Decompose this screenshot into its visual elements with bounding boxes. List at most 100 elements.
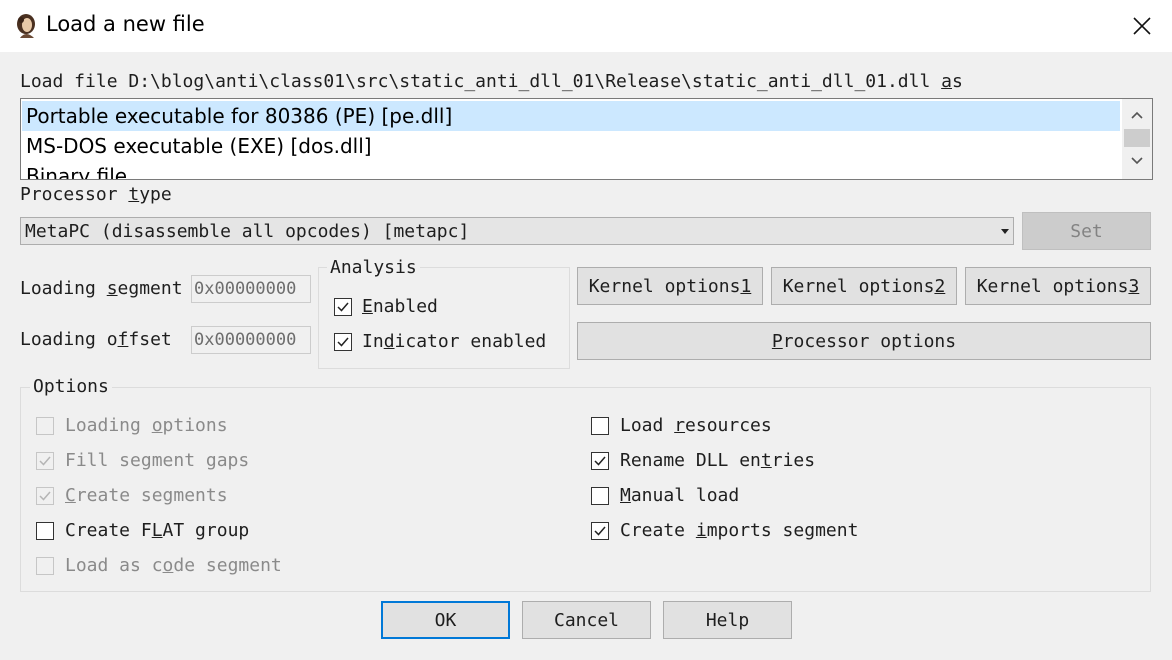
loading-segment-label: Loading segment — [20, 278, 183, 299]
scroll-down-button[interactable] — [1122, 149, 1152, 173]
close-icon — [1133, 17, 1151, 35]
indicator-enabled-pre: In — [362, 331, 384, 352]
rename-dll-entries-post: ries — [771, 450, 816, 471]
load-resources-pre: Load — [620, 415, 675, 436]
create-imports-segment-accel: i — [695, 520, 707, 541]
load-resources-post: esources — [685, 415, 772, 436]
manual-load-label[interactable]: Manual load — [620, 485, 739, 506]
processor-type-value: MetaPC (disassemble all opcodes) [metapc… — [25, 221, 470, 242]
loading-offset-accel: f — [117, 329, 129, 350]
kernel-options-2-accel: 2 — [934, 275, 946, 297]
loading-offset-pre: Loading o — [20, 329, 118, 350]
rename-dll-entries-checkbox[interactable] — [591, 452, 609, 470]
fill-segment-gaps-checkbox[interactable] — [36, 452, 54, 470]
load-file-as-accel: a — [941, 71, 952, 92]
cancel-button[interactable]: Cancel — [522, 601, 651, 639]
ida-portrait-icon — [12, 12, 40, 40]
help-button[interactable]: Help — [663, 601, 792, 639]
kernel-options-2-button[interactable]: Kernel options 2 — [771, 267, 957, 305]
checkmark-icon — [594, 526, 606, 536]
processor-options-button[interactable]: Processor options — [577, 322, 1151, 360]
title-bar: Load a new file — [0, 0, 1172, 52]
create-imports-segment-label[interactable]: Create imports segment — [620, 520, 858, 541]
kernel-options-1-text: Kernel options — [588, 275, 741, 297]
loading-options-checkbox[interactable] — [36, 417, 54, 435]
loading-offset-field[interactable]: 0x00000000 — [191, 326, 311, 354]
manual-load-accel: M — [620, 485, 631, 506]
create-imports-segment-post: mports segment — [706, 520, 859, 541]
manual-load-checkbox[interactable] — [591, 487, 609, 505]
create-flat-group-pre: Create F — [65, 520, 152, 541]
load-file-path: Load file D:\blog\anti\class01\src\stati… — [20, 71, 942, 92]
load-as-code-segment-label[interactable]: Load as code segment — [65, 555, 282, 576]
analysis-enabled-accel: E — [362, 296, 373, 317]
load-as-code-segment-accel: o — [162, 555, 174, 576]
create-flat-group-label[interactable]: Create FLAT group — [65, 520, 249, 541]
fill-segment-gaps-label[interactable]: Fill segment gaps — [65, 450, 249, 471]
loading-options-label[interactable]: Loading options — [65, 415, 228, 436]
kernel-options-1-button[interactable]: Kernel options 1 — [577, 267, 763, 305]
loading-segment-post: egment — [117, 278, 183, 299]
load-as-code-segment-post: de segment — [173, 555, 282, 576]
file-type-item-pe[interactable]: Portable executable for 80386 (PE) [pe.d… — [22, 101, 1120, 131]
create-segments-post: reate segments — [75, 485, 228, 506]
processor-options-accel: P — [771, 330, 783, 352]
file-type-list[interactable]: Portable executable for 80386 (PE) [pe.d… — [20, 98, 1153, 180]
scroll-up-button[interactable] — [1122, 103, 1152, 127]
kernel-options-2-text: Kernel options — [782, 275, 935, 297]
set-button[interactable]: Set — [1022, 212, 1151, 250]
load-file-label: Load file D:\blog\anti\class01\src\stati… — [20, 71, 963, 92]
create-imports-segment-pre: Create — [620, 520, 696, 541]
create-segments-accel: C — [65, 485, 76, 506]
loading-options-pre: Loading — [65, 415, 152, 436]
kernel-options-3-text: Kernel options — [976, 275, 1129, 297]
ok-button[interactable]: OK — [381, 601, 510, 639]
create-segments-checkbox[interactable] — [36, 487, 54, 505]
analysis-enabled-post: nabled — [372, 296, 438, 317]
manual-load-post: anual load — [630, 485, 740, 506]
processor-type-select[interactable]: MetaPC (disassemble all opcodes) [metapc… — [20, 217, 1014, 245]
processor-type-label-post: ype — [139, 184, 172, 205]
loading-offset-label: Loading offset — [20, 329, 172, 350]
loading-segment-field[interactable]: 0x00000000 — [191, 275, 311, 303]
indicator-enabled-label[interactable]: Indicator enabled — [362, 331, 546, 352]
create-segments-label[interactable]: Create segments — [65, 485, 228, 506]
load-file-as-rest: s — [951, 71, 963, 92]
kernel-options-1-accel: 1 — [740, 275, 752, 297]
create-flat-group-checkbox[interactable] — [36, 522, 54, 540]
analysis-enabled-checkbox[interactable] — [334, 298, 352, 316]
checkmark-icon — [39, 491, 51, 501]
rename-dll-entries-label[interactable]: Rename DLL entries — [620, 450, 815, 471]
processor-type-label: Processor type — [20, 184, 172, 205]
dropdown-arrow-icon — [1001, 229, 1009, 234]
loading-options-accel: o — [151, 415, 163, 436]
loading-segment-accel: s — [106, 278, 118, 299]
loading-offset-post: fset — [128, 329, 172, 350]
create-imports-segment-checkbox[interactable] — [591, 522, 609, 540]
checkmark-icon — [39, 456, 51, 466]
scroll-thumb[interactable] — [1124, 129, 1150, 147]
load-resources-checkbox[interactable] — [591, 417, 609, 435]
chevron-down-icon — [1131, 157, 1143, 165]
load-resources-accel: r — [674, 415, 686, 436]
analysis-enabled-label[interactable]: Enabled — [362, 296, 438, 317]
indicator-enabled-accel: d — [383, 331, 395, 352]
indicator-enabled-checkbox[interactable] — [334, 333, 352, 351]
loading-segment-pre: Loading — [20, 278, 107, 299]
load-resources-label[interactable]: Load resources — [620, 415, 772, 436]
file-type-item-dos[interactable]: MS-DOS executable (EXE) [dos.dll] — [22, 131, 1120, 161]
file-type-item-binary[interactable]: Binary file — [22, 161, 1120, 179]
kernel-options-3-accel: 3 — [1128, 275, 1140, 297]
indicator-enabled-post: icator enabled — [394, 331, 547, 352]
load-as-code-segment-checkbox[interactable] — [36, 557, 54, 575]
close-button[interactable] — [1122, 6, 1162, 46]
processor-options-text: rocessor options — [782, 330, 957, 352]
file-list-scrollbar[interactable] — [1122, 99, 1152, 179]
kernel-options-3-button[interactable]: Kernel options 3 — [965, 267, 1151, 305]
checkmark-icon — [594, 456, 606, 466]
loading-options-post: ptions — [162, 415, 228, 436]
checkmark-icon — [337, 337, 349, 347]
rename-dll-entries-pre: Rename DLL en — [620, 450, 761, 471]
processor-type-label-pre: Processor — [20, 184, 129, 205]
rename-dll-entries-accel: t — [760, 450, 772, 471]
